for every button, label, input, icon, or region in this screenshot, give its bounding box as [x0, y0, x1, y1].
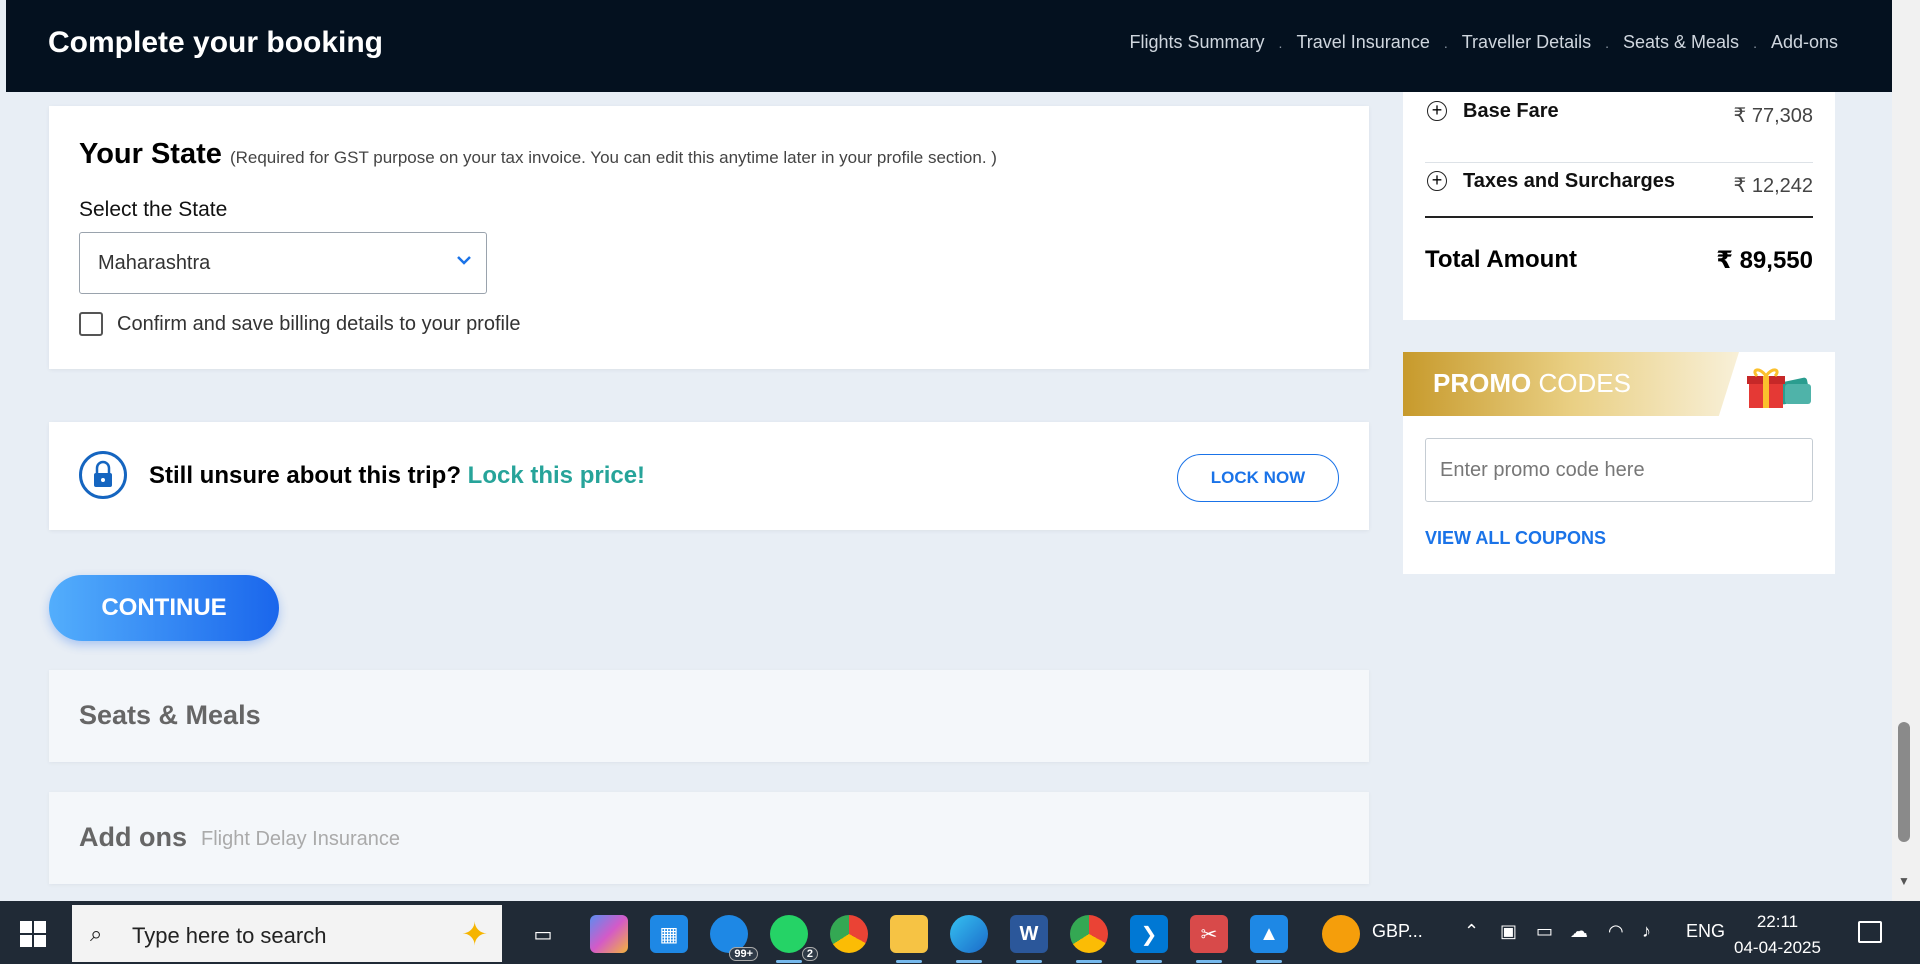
file-explorer-icon[interactable] [890, 915, 928, 963]
language-indicator[interactable]: ENG [1686, 921, 1725, 942]
currency-app-icon[interactable] [1322, 915, 1360, 953]
notification-icon[interactable] [1858, 921, 1882, 943]
scrollbar-thumb[interactable] [1898, 722, 1910, 842]
promo-banner: PROMO CODES [1403, 352, 1739, 416]
edge-icon[interactable] [950, 915, 988, 963]
taskbar-search[interactable]: ⌕ Type here to search ✦ [72, 905, 502, 962]
add-ons-section[interactable]: Add ons Flight Delay Insurance [49, 792, 1369, 884]
taskbar-search-placeholder: Type here to search [132, 923, 327, 948]
continue-button[interactable]: CONTINUE [49, 575, 279, 641]
lock-highlight: Lock this price! [467, 462, 646, 489]
chrome-icon[interactable] [1070, 915, 1108, 963]
expand-plus-icon[interactable]: + [1427, 101, 1447, 121]
chrome-icon[interactable] [830, 915, 868, 953]
task-view-icon[interactable]: ▭ [524, 915, 562, 953]
state-heading-text: Your State [79, 138, 222, 170]
clock-date: 04-04-2025 [1734, 938, 1821, 957]
whatsapp-badge: 2 [801, 947, 818, 961]
lock-now-button[interactable]: LOCK NOW [1177, 454, 1339, 502]
vertical-scrollbar[interactable]: ▼ [1892, 0, 1920, 901]
taskbar-clock[interactable]: 22:11 04-04-2025 [1734, 909, 1821, 961]
currency-app-label[interactable]: GBP... [1372, 921, 1423, 942]
booking-steps-nav: Flights Summary . Travel Insurance . Tra… [1130, 32, 1838, 53]
page-title: Complete your booking [48, 26, 384, 59]
lock-question: Still unsure about this trip? [149, 462, 461, 489]
windows-start-icon[interactable] [20, 921, 46, 947]
network-device-icon[interactable]: ▣ [1500, 921, 1517, 942]
promo-title-rest: CODES [1538, 368, 1631, 398]
gift-icon [1745, 366, 1815, 410]
state-section: Your State (Required for GST purpose on … [49, 106, 1369, 369]
fare-amount: ₹ 12,242 [1733, 175, 1813, 197]
select-state-label: Select the State [79, 198, 228, 221]
copilot-app-icon[interactable] [590, 915, 628, 953]
step-add-ons[interactable]: Add-ons [1771, 32, 1838, 53]
step-separator: . [1278, 34, 1283, 51]
fare-row-base[interactable]: + Base Fare ₹ 77,308 [1425, 92, 1813, 163]
search-icon: ⌕ [90, 921, 103, 946]
chevron-down-icon [456, 253, 472, 271]
lock-price-section: Still unsure about this trip? Lock this … [49, 422, 1369, 530]
scroll-down-arrow-icon[interactable]: ▼ [1898, 874, 1910, 888]
promo-title-bold: PROMO [1433, 368, 1532, 398]
promo-title: PROMO CODES [1433, 368, 1631, 399]
fare-total-row: Total Amount ₹ 89,550 [1425, 216, 1813, 274]
clock-time: 22:11 [1756, 912, 1799, 931]
step-flights-summary[interactable]: Flights Summary [1130, 32, 1265, 53]
fare-label: Taxes and Surcharges [1463, 170, 1675, 192]
add-ons-subtitle: Flight Delay Insurance [201, 828, 400, 850]
expand-plus-icon[interactable]: + [1427, 171, 1447, 191]
word-icon[interactable]: W [1010, 915, 1048, 963]
snipping-tool-icon[interactable]: ✂ [1190, 915, 1228, 963]
promo-codes-card: PROMO CODES Enter promo code here VIEW A… [1403, 352, 1835, 574]
lock-icon [79, 451, 127, 499]
lock-message: Still unsure about this trip? Lock this … [149, 462, 645, 490]
booking-header: Complete your booking Flights Summary . … [6, 0, 1892, 92]
save-billing-row: Confirm and save billing details to your… [79, 312, 521, 336]
seats-meals-section[interactable]: Seats & Meals [49, 670, 1369, 762]
battery-icon[interactable]: ▭ [1536, 921, 1553, 942]
fare-amount: ₹ 77,308 [1733, 105, 1813, 127]
photos-icon[interactable]: ▲ [1250, 915, 1288, 963]
step-travel-insurance[interactable]: Travel Insurance [1296, 32, 1429, 53]
step-traveller-details[interactable]: Traveller Details [1462, 32, 1591, 53]
browser-page: Complete your booking Flights Summary . … [6, 0, 1892, 901]
step-separator: . [1443, 34, 1448, 51]
copilot-sparkle-icon: ✦ [461, 916, 488, 952]
chevron-up-icon[interactable]: ⌃ [1464, 921, 1479, 942]
gst-note: (Required for GST purpose on your tax in… [229, 148, 997, 167]
state-heading: Your State (Required for GST purpose on … [79, 138, 997, 171]
view-all-coupons-link[interactable]: VIEW ALL COUPONS [1425, 528, 1606, 549]
vscode-icon[interactable]: ❯ [1130, 915, 1168, 963]
seats-meals-title: Seats & Meals [79, 700, 261, 730]
fare-summary-card: + Base Fare ₹ 77,308 + Taxes and Surchar… [1403, 92, 1835, 320]
step-separator: . [1605, 34, 1609, 51]
promo-code-input[interactable]: Enter promo code here [1425, 438, 1813, 502]
step-separator: . [1753, 34, 1757, 51]
whatsapp-icon[interactable]: 2 [770, 915, 818, 963]
mail-icon[interactable]: 99+ [710, 915, 758, 961]
onedrive-icon[interactable]: ☁ [1570, 921, 1588, 942]
volume-icon[interactable]: ♪ [1642, 921, 1651, 942]
save-billing-checkbox[interactable] [79, 312, 103, 336]
fare-row-taxes[interactable]: + Taxes and Surcharges ₹ 12,242 [1425, 162, 1813, 232]
wifi-icon[interactable]: ◠ [1608, 921, 1624, 942]
add-ons-title: Add ons [79, 822, 187, 852]
state-select-value: Maharashtra [98, 252, 211, 274]
step-seats-meals[interactable]: Seats & Meals [1623, 32, 1739, 53]
windows-taskbar: ⌕ Type here to search ✦ ▭ ▦ 99+ 2 W ❯ ✂ … [0, 901, 1920, 964]
state-select[interactable]: Maharashtra [79, 232, 487, 294]
mail-badge: 99+ [729, 947, 758, 961]
total-amount: ₹ 89,550 [1716, 247, 1813, 274]
fare-label: Base Fare [1463, 100, 1559, 122]
store-icon[interactable]: ▦ [650, 915, 688, 953]
save-billing-label: Confirm and save billing details to your… [117, 312, 521, 335]
total-label: Total Amount [1425, 246, 1577, 273]
